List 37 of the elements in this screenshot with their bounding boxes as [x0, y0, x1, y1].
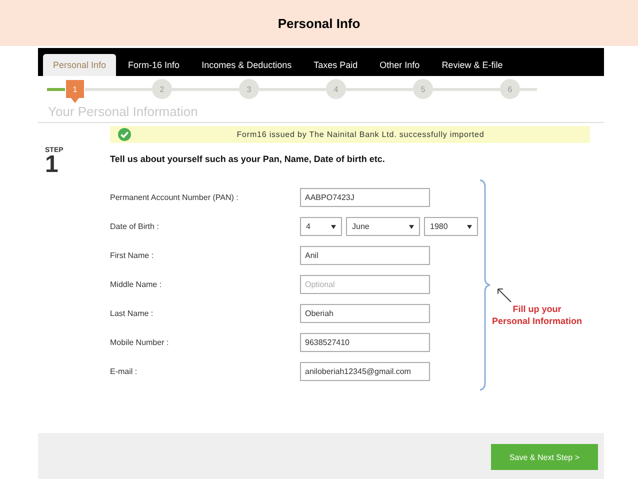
field-label: First Name : — [110, 251, 155, 260]
input-field[interactable]: Anil — [300, 246, 430, 265]
arrow-drawing — [496, 287, 512, 303]
step-number: 1 — [45, 154, 58, 176]
annotation-text: Fill up your Personal Information — [492, 303, 582, 327]
intro-text: Tell us about yourself such as your Pan, Name, Date of birth etc. — [110, 154, 385, 166]
tab[interactable]: Incomes & Deductions — [192, 54, 302, 76]
caret-icon — [467, 224, 472, 228]
dropdown[interactable]: 4 — [300, 217, 342, 236]
tab[interactable]: Other Info — [370, 54, 430, 76]
field-label: Date of Birth : — [110, 222, 160, 231]
check-icon — [118, 128, 131, 141]
step-marker: 2 — [152, 79, 172, 99]
dropdown[interactable]: June — [346, 217, 420, 236]
field-label: Middle Name : — [110, 280, 163, 289]
step-marker: 4 — [326, 79, 346, 99]
input-field[interactable]: Optional — [300, 275, 430, 294]
field-label: Mobile Number : — [110, 338, 170, 347]
field-label: Permanent Account Number (PAN) : — [110, 193, 240, 202]
notice-text: Form16 issued by The Nainital Bank Ltd. successfully imported — [236, 130, 486, 139]
step-marker: 6 — [500, 79, 520, 99]
input-field[interactable]: 9638527410 — [300, 333, 430, 352]
tab[interactable]: Review & E-file — [432, 54, 513, 76]
caret-icon — [409, 224, 414, 228]
slide-title: Personal Info — [278, 16, 360, 30]
input-field[interactable]: aniloberiah12345@gmail.com — [300, 362, 430, 381]
input-field[interactable]: Oberiah — [300, 304, 430, 323]
dropdown[interactable]: 1980 — [424, 217, 478, 236]
caret-icon — [331, 224, 336, 228]
tab[interactable]: Taxes Paid — [304, 54, 368, 76]
field-label: Last Name : — [110, 309, 154, 318]
input-field[interactable]: AABPO7423J — [300, 188, 430, 207]
field-label: E-mail : — [110, 367, 138, 376]
tab[interactable]: Form-16 Info — [118, 54, 190, 76]
step-marker: 1 — [66, 80, 84, 103]
step-marker: 5 — [413, 79, 433, 99]
step-marker: 3 — [239, 79, 259, 99]
